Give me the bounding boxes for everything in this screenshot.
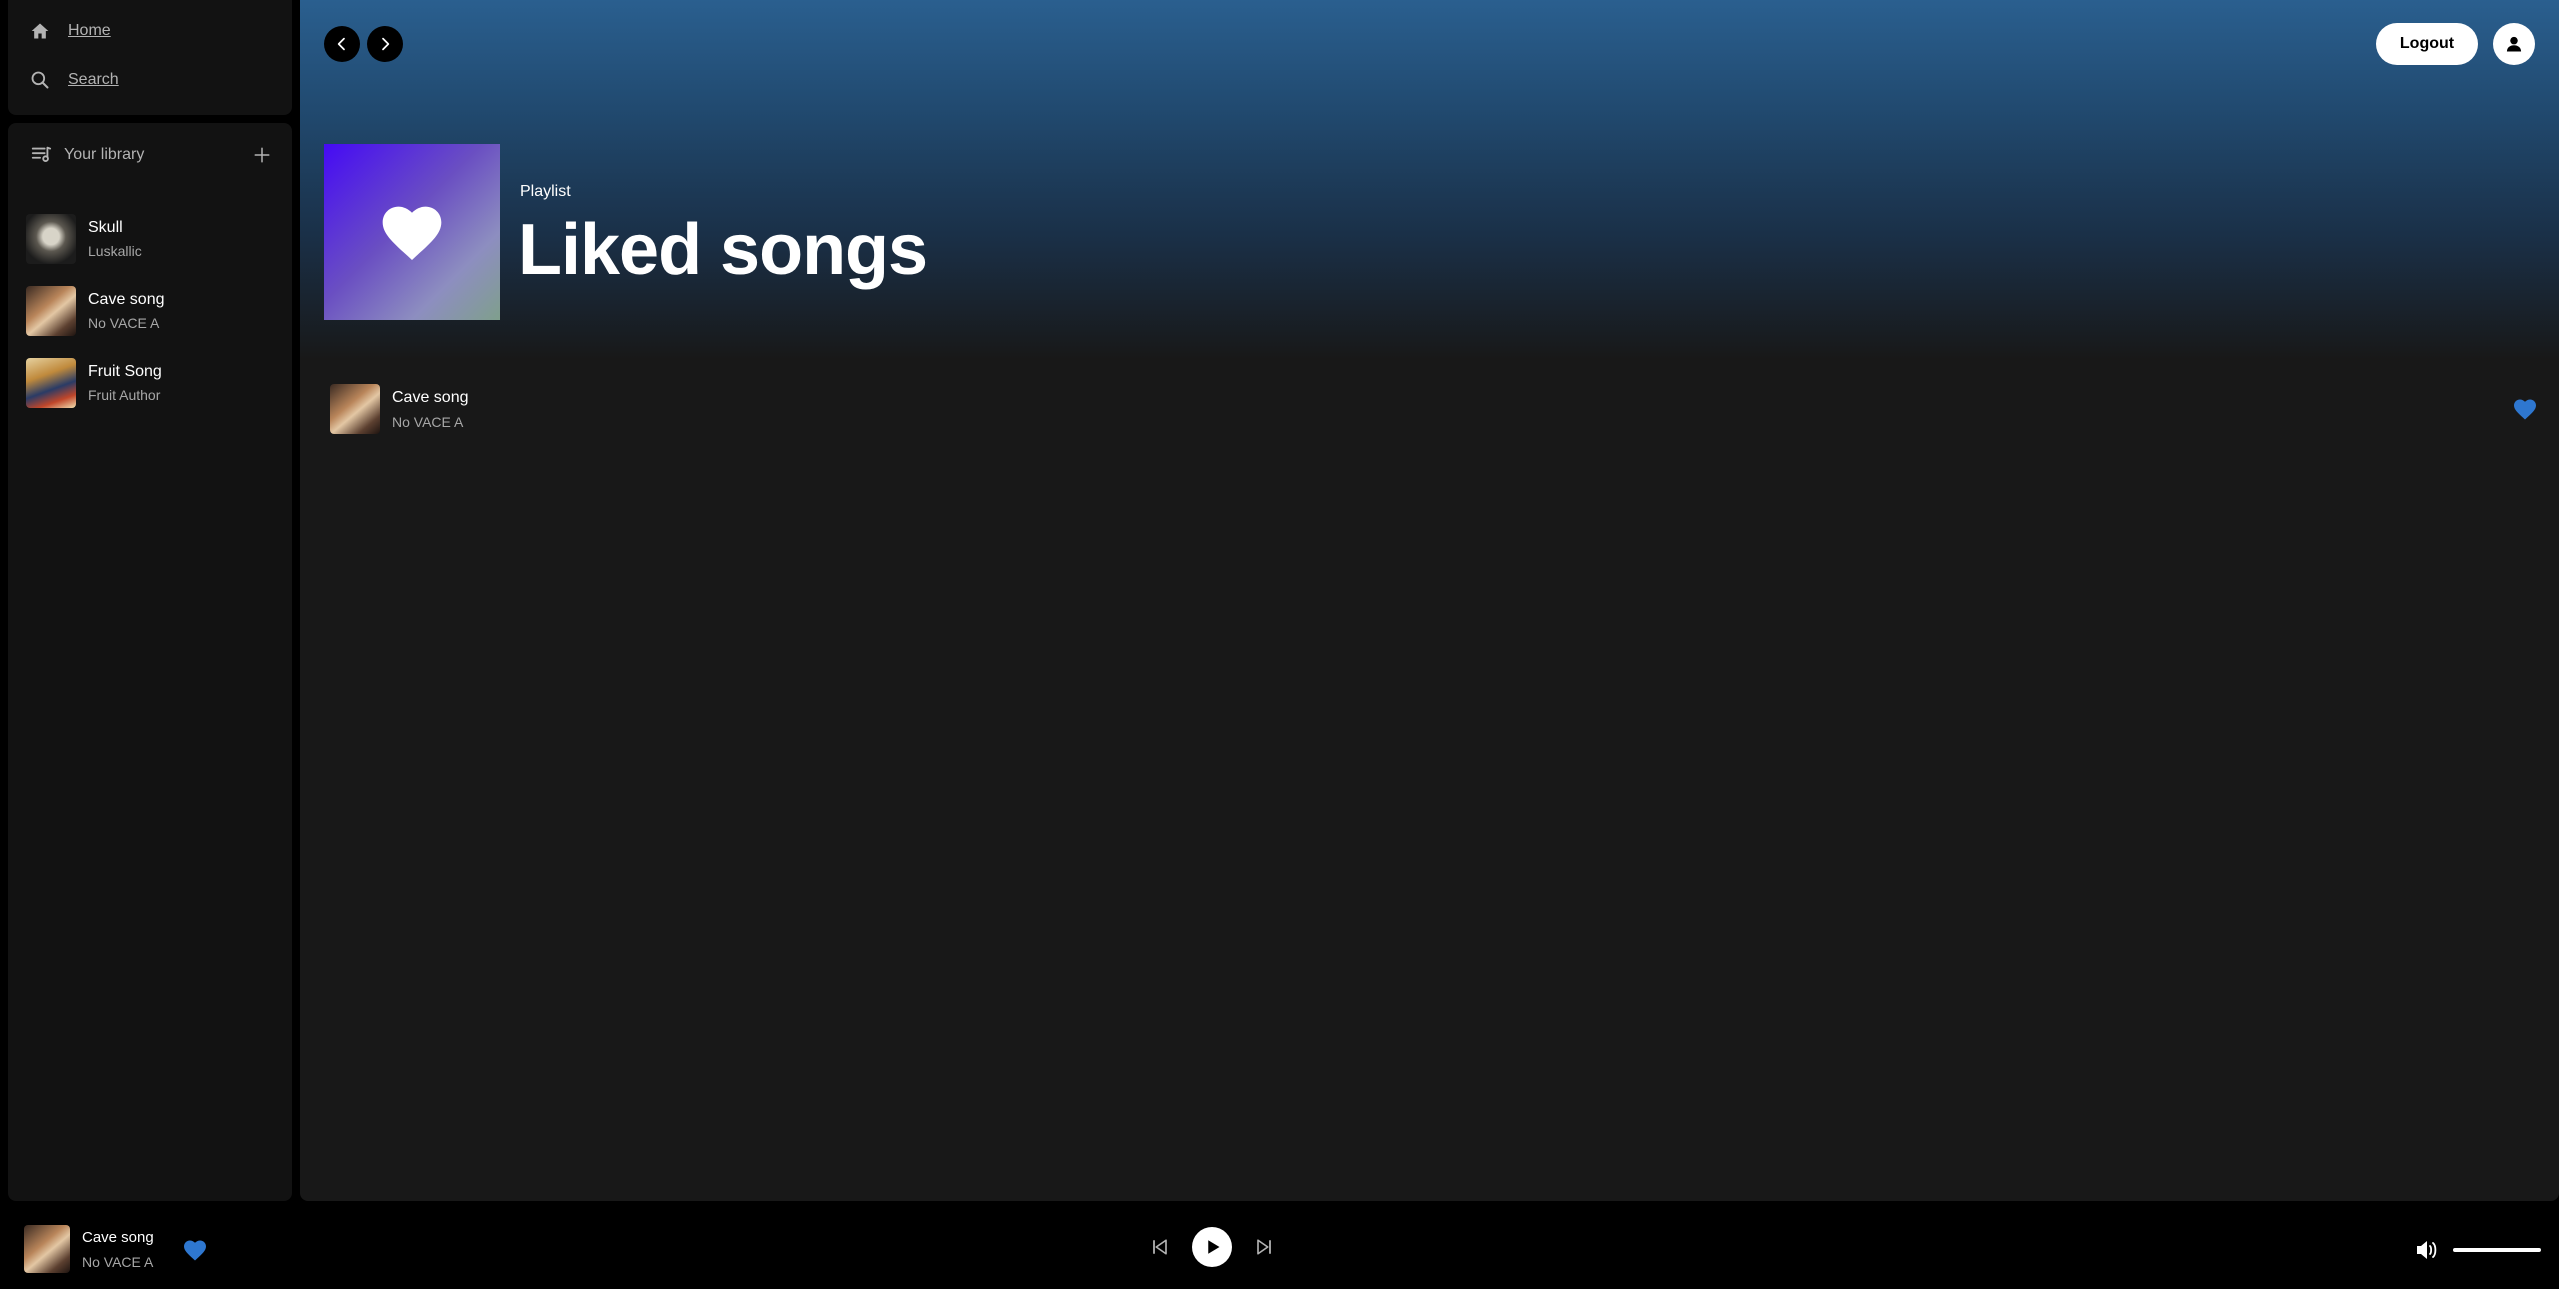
library-icon bbox=[31, 146, 52, 162]
hero-background bbox=[300, 0, 2559, 360]
page-title: Liked songs bbox=[518, 210, 928, 290]
playback-controls bbox=[1150, 1227, 1274, 1267]
next-button[interactable] bbox=[1254, 1237, 1274, 1257]
now-playing: Cave song No VACE A bbox=[24, 1225, 154, 1273]
user-menu-button[interactable] bbox=[2493, 23, 2535, 65]
library-header: Your library bbox=[30, 141, 274, 169]
volume-fill bbox=[2453, 1248, 2541, 1252]
track-row[interactable]: Cave song No VACE A bbox=[330, 382, 2545, 436]
fruit-cover-image bbox=[26, 358, 76, 408]
now-playing-title: Cave song bbox=[82, 1228, 154, 1246]
heart-icon[interactable] bbox=[183, 1239, 207, 1261]
library-item-name: Skull bbox=[88, 219, 123, 236]
user-icon bbox=[2506, 36, 2522, 52]
library-item-name: Cave song bbox=[88, 291, 165, 308]
previous-button[interactable] bbox=[1150, 1237, 1170, 1257]
nav-search-label[interactable]: Search bbox=[68, 71, 119, 89]
library-item-name: Fruit Song bbox=[88, 363, 162, 380]
track-name: Cave song bbox=[392, 388, 469, 406]
back-button[interactable] bbox=[324, 26, 360, 62]
now-playing-artist: No VACE A bbox=[82, 1253, 154, 1270]
library-item-artist: Luskallic bbox=[88, 243, 142, 259]
library-item[interactable]: Cave song No VACE A bbox=[26, 275, 282, 347]
nav-home-label[interactable]: Home bbox=[68, 22, 111, 40]
volume-control bbox=[2415, 1239, 2541, 1261]
volume-slider[interactable] bbox=[2453, 1248, 2541, 1252]
create-playlist-button[interactable] bbox=[250, 143, 274, 167]
plus-icon bbox=[254, 147, 270, 163]
library-item[interactable]: Fruit Song Fruit Author bbox=[26, 347, 282, 419]
home-icon bbox=[31, 23, 49, 39]
library-title[interactable]: Your library bbox=[30, 144, 144, 166]
library-item-artist: No VACE A bbox=[88, 315, 160, 331]
app-root: Home Search Your library Skull Luskallic… bbox=[0, 0, 2559, 1289]
library-panel: Your library Skull Luskallic Cave song N… bbox=[8, 123, 292, 1201]
nav-panel: Home Search bbox=[8, 0, 292, 115]
next-icon bbox=[1257, 1239, 1271, 1255]
track-artist: No VACE A bbox=[392, 413, 464, 430]
chevron-left-icon bbox=[337, 37, 345, 51]
chevron-right-icon bbox=[382, 37, 390, 51]
search-icon bbox=[31, 71, 49, 89]
library-item-artist: Fruit Author bbox=[88, 387, 161, 403]
library-list: Skull Luskallic Cave song No VACE A Frui… bbox=[26, 203, 282, 419]
playlist-cover bbox=[324, 144, 500, 320]
skull-cover-image bbox=[26, 214, 76, 264]
forward-button[interactable] bbox=[367, 26, 403, 62]
library-title-label: Your library bbox=[64, 146, 145, 163]
nav-search[interactable]: Search bbox=[30, 70, 119, 90]
cave-cover-image bbox=[26, 286, 76, 336]
main-content: Logout Playlist Liked songs Cave song No… bbox=[300, 0, 2559, 1201]
library-item[interactable]: Skull Luskallic bbox=[26, 203, 282, 275]
logout-button[interactable]: Logout bbox=[2376, 23, 2478, 65]
track-cover-image bbox=[330, 384, 380, 434]
volume-icon[interactable] bbox=[2415, 1239, 2439, 1261]
heart-icon bbox=[382, 206, 442, 260]
play-icon bbox=[1208, 1240, 1220, 1254]
play-button[interactable] bbox=[1192, 1227, 1232, 1267]
player-bar: Cave song No VACE A bbox=[0, 1201, 2559, 1289]
playlist-type-label: Playlist bbox=[520, 183, 571, 200]
now-playing-cover-image bbox=[24, 1225, 70, 1273]
nav-home[interactable]: Home bbox=[30, 21, 111, 41]
heart-icon[interactable] bbox=[2513, 398, 2537, 420]
previous-icon bbox=[1153, 1239, 1167, 1255]
